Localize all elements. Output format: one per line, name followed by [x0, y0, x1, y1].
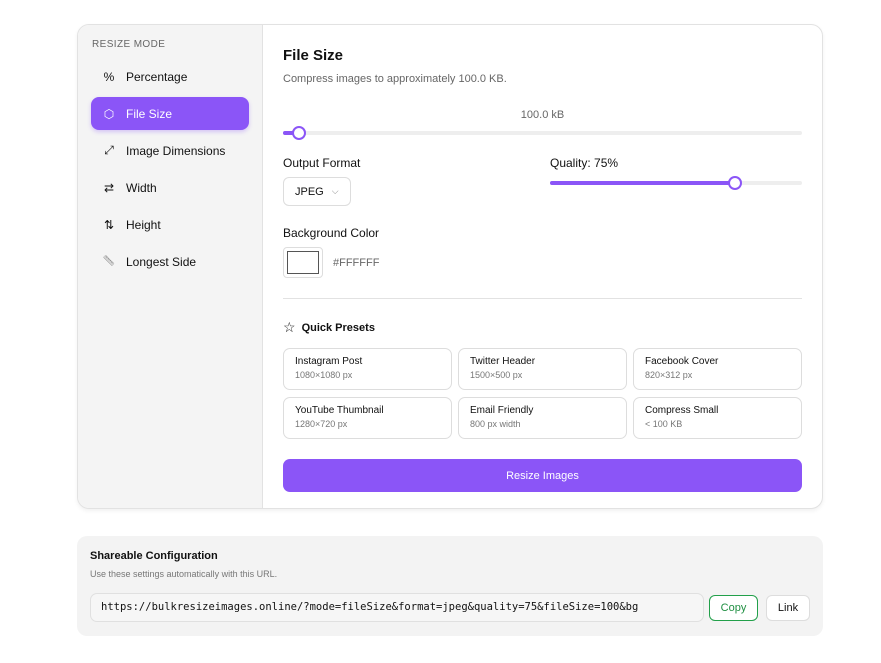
preset-name: Email Friendly [470, 405, 534, 416]
star-icon: ☆ [283, 319, 296, 335]
color-hex: #FFFFFF [333, 256, 380, 269]
resize-images-button[interactable]: Resize Images [283, 459, 802, 492]
preset-name: Twitter Header [470, 356, 536, 367]
preset-twitter-header[interactable]: Twitter Header 1500×500 px [458, 348, 627, 390]
presets-grid: Instagram Post 1080×1080 px Twitter Heade… [283, 348, 802, 439]
sidebar-item-file-size[interactable]: ⬡ File Size [91, 97, 249, 130]
percent-icon: % [103, 69, 115, 84]
chevron-down-icon: ⌵ [331, 186, 339, 196]
presets-title: Quick Presets [301, 321, 375, 334]
arrows-horizontal-icon: ⇄ [103, 180, 115, 195]
background-color-label: Background Color [283, 226, 380, 240]
preset-compress-small[interactable]: Compress Small < 100 KB [633, 397, 802, 439]
slider-thumb[interactable] [728, 176, 743, 190]
resize-card: RESIZE MODE % Percentage ⬡ File Size ⤢ Imag… [77, 24, 823, 509]
preset-desc: 1500×500 px [470, 370, 523, 380]
preset-email-friendly[interactable]: Email Friendly 800 px width [458, 397, 627, 439]
preset-youtube-thumbnail[interactable]: YouTube Thumbnail 1280×720 px [283, 397, 452, 439]
page-title: File Size [283, 47, 344, 64]
sidebar: RESIZE MODE % Percentage ⬡ File Size ⤢ Imag… [78, 25, 263, 508]
sidebar-item-label: Longest Side [126, 254, 197, 269]
preset-desc: < 100 KB [645, 419, 683, 429]
sidebar-item-label: Image Dimensions [126, 143, 226, 158]
divider [283, 298, 802, 299]
sidebar-item-label: Height [126, 217, 161, 232]
preset-desc: 800 px width [470, 419, 521, 429]
preset-name: Compress Small [645, 405, 719, 416]
file-size-slider[interactable] [283, 126, 802, 140]
quality-slider[interactable] [550, 176, 802, 190]
sidebar-item-label: Width [126, 180, 157, 195]
share-subtitle: Use these settings automatically with th… [90, 569, 278, 579]
color-swatch[interactable] [283, 247, 323, 278]
shareable-config: Shareable Configuration Use these settin… [77, 536, 823, 636]
preset-desc: 820×312 px [645, 370, 693, 380]
share-title: Shareable Configuration [90, 550, 218, 562]
output-format-label: Output Format [283, 156, 361, 170]
arrows-vertical-icon: ⇅ [103, 217, 115, 232]
link-button[interactable]: Link [766, 595, 810, 621]
package-icon: ⬡ [103, 106, 115, 121]
preset-name: YouTube Thumbnail [295, 405, 384, 416]
output-format-value: JPEG [295, 185, 324, 198]
preset-name: Facebook Cover [645, 356, 719, 367]
page-subtitle: Compress images to approximately 100.0 K… [283, 73, 507, 85]
sidebar-item-label: Percentage [126, 69, 188, 84]
preset-desc: 1080×1080 px [295, 370, 353, 380]
sidebar-item-height[interactable]: ⇅ Height [91, 208, 249, 241]
preset-desc: 1280×720 px [295, 419, 348, 429]
sidebar-item-image-dimensions[interactable]: ⤢ Image Dimensions [91, 134, 249, 167]
sidebar-item-percentage[interactable]: % Percentage [91, 60, 249, 93]
sidebar-item-label: File Size [126, 106, 173, 121]
share-url-input[interactable]: https://bulkresizeimages.online/?mode=fi… [90, 593, 704, 622]
quality-label: Quality: 75% [550, 156, 619, 170]
sidebar-heading: RESIZE MODE [92, 39, 166, 50]
output-format-select[interactable]: JPEG ⌵ [283, 177, 351, 206]
sidebar-item-longest-side[interactable]: 📏 Longest Side [91, 245, 249, 278]
preset-instagram-post[interactable]: Instagram Post 1080×1080 px [283, 348, 452, 390]
preset-facebook-cover[interactable]: Facebook Cover 820×312 px [633, 348, 802, 390]
slider-thumb[interactable] [291, 126, 306, 140]
copy-button[interactable]: Copy [709, 595, 758, 621]
slider-fill [550, 181, 736, 185]
sidebar-item-width[interactable]: ⇄ Width [91, 171, 249, 204]
expand-icon: ⤢ [104, 143, 114, 157]
file-size-value: 100.0 kB [520, 109, 565, 121]
preset-name: Instagram Post [295, 356, 363, 367]
main-panel: File Size Compress images to approximate… [263, 25, 822, 508]
ruler-icon: 📏 [102, 256, 116, 267]
